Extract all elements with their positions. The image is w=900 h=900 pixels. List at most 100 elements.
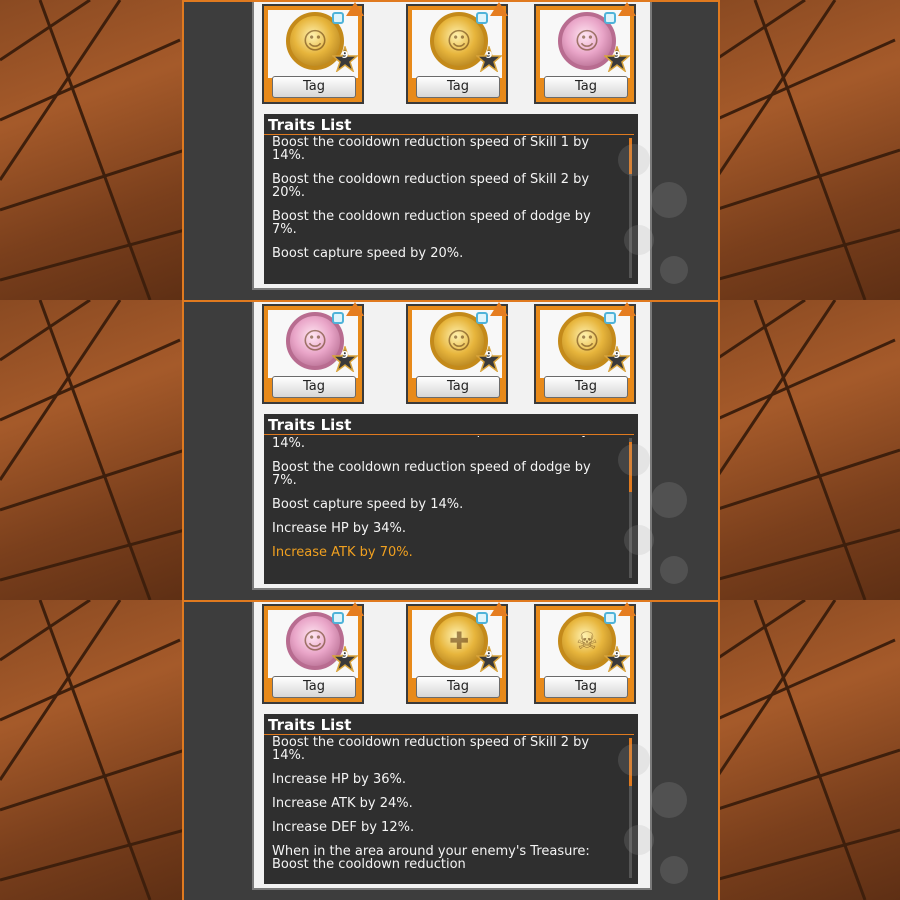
level-label: 9 [485, 650, 493, 661]
upgrade-arrow-icon [490, 602, 508, 616]
coin-pile-decoration [614, 730, 694, 890]
level-star-icon: 9 [474, 344, 504, 374]
tag-button[interactable]: Tag [416, 76, 500, 98]
trait-item: Increase ATK by 24%. [272, 796, 413, 811]
traits-list[interactable]: Boost the cooldown reduction speed of Sk… [272, 736, 618, 884]
upgrade-arrow-icon [490, 302, 508, 316]
gem-icon [476, 312, 488, 324]
character-sheet: ☺ 9 Tag ✚ 9 Tag ☠ 9 Tag Traits List Boost the cool… [252, 600, 652, 890]
trait-item: Increase ATK by 70%. [272, 545, 413, 560]
upgrade-arrow-icon [490, 2, 508, 16]
level-star-icon: 9 [330, 644, 360, 674]
upgrade-arrow-icon [618, 602, 636, 616]
traits-list-panel: Traits List Boost the cooldown reduction … [264, 714, 638, 884]
level-label: 9 [613, 50, 621, 61]
level-star-icon: 9 [330, 344, 360, 374]
upgrade-arrow-icon [618, 302, 636, 316]
trait-item: Increase HP by 34%. [272, 521, 406, 536]
trait-item: Increase DEF by 12%. [272, 820, 415, 835]
tag-button[interactable]: Tag [544, 76, 628, 98]
level-star-icon: 9 [602, 44, 632, 74]
traits-divider [264, 434, 634, 435]
traits-divider [264, 134, 634, 135]
character-card[interactable]: ✚ 9 Tag [406, 602, 508, 704]
character-panel: ☺9Tag☺9Tag☺9TagTraits ListBoost the cool… [182, 0, 720, 300]
panel-screenshot-2: ☺9Tag☺9Tag☺9TagTraits ListBoost the cool… [0, 300, 900, 600]
traits-list[interactable]: Boost the cooldown reduction speed of Sk… [272, 436, 618, 584]
character-card[interactable]: ☺ 9 Tag [406, 302, 508, 404]
gem-icon [332, 12, 344, 24]
floor-background-right [715, 600, 900, 900]
tag-button[interactable]: Tag [544, 376, 628, 398]
character-card[interactable]: ☺ 9 Tag [534, 302, 636, 404]
level-label: 9 [613, 650, 621, 661]
coin-pile-decoration [614, 130, 694, 290]
level-star-icon: 9 [330, 44, 360, 74]
character-panel: ☺9Tag☺9Tag☺9TagTraits ListBoost the cool… [182, 300, 720, 600]
trait-item: Boost the cooldown reduction speed of do… [272, 209, 591, 237]
level-label: 9 [485, 350, 493, 361]
gem-icon [604, 312, 616, 324]
tag-button[interactable]: Tag [544, 676, 628, 698]
character-card[interactable]: ☺ 9 Tag [262, 2, 364, 104]
trait-item: Boost the cooldown reduction speed of do… [272, 460, 591, 488]
panel-screenshot-1: ☺ 9 Tag ☺ 9 Tag ☺ 9 Tag Traits List Boost the cool… [0, 0, 900, 300]
panel-top-border [182, 600, 720, 602]
level-label: 9 [485, 50, 493, 61]
level-label: 9 [613, 350, 621, 361]
level-star-icon: 9 [602, 644, 632, 674]
trait-item: When in the area around your enemy's Tre… [272, 844, 590, 872]
floor-background-left [0, 600, 185, 900]
floor-background-right [715, 0, 900, 300]
upgrade-arrow-icon [346, 602, 364, 616]
panel-top-border [182, 0, 720, 2]
floor-background-left [0, 300, 185, 600]
trait-item: Boost the cooldown reduction speed of Sk… [272, 736, 590, 763]
traits-list-title: Traits List [268, 116, 352, 134]
level-label: 9 [341, 650, 349, 661]
character-panel: ☺ 9 Tag ✚ 9 Tag ☠ 9 Tag Traits List Boost the cool… [182, 600, 720, 900]
trait-item: Boost capture speed by 20%. [272, 246, 464, 261]
upgrade-arrow-icon [346, 2, 364, 16]
level-star-icon: 9 [474, 44, 504, 74]
character-sheet: ☺9Tag☺9Tag☺9TagTraits ListBoost the cool… [252, 0, 652, 290]
tag-button[interactable]: Tag [272, 76, 356, 98]
gem-icon [332, 312, 344, 324]
gem-icon [476, 612, 488, 624]
traits-list-title: Traits List [268, 716, 352, 734]
coin-pile-decoration [614, 430, 694, 590]
panel-screenshot-3: ☺ 9 Tag ✚ 9 Tag ☠ 9 Tag Traits List Boost the cool… [0, 600, 900, 900]
trait-item: Boost the cooldown reduction speed of Sk… [272, 436, 589, 451]
floor-background-right [715, 300, 900, 600]
floor-background-left [0, 0, 185, 300]
trait-item: Boost capture speed by 14%. [272, 497, 464, 512]
panel-top-border [182, 300, 720, 302]
gem-icon [332, 612, 344, 624]
character-sheet: ☺9Tag☺9Tag☺9TagTraits ListBoost the cool… [252, 300, 652, 590]
tag-button[interactable]: Tag [272, 676, 356, 698]
upgrade-arrow-icon [618, 2, 636, 16]
tag-button[interactable]: Tag [416, 676, 500, 698]
traits-list-panel: Traits List Boost the cooldown reduction … [264, 114, 638, 284]
character-card[interactable]: ☺ 9 Tag [534, 2, 636, 104]
character-card[interactable]: ☺ 9 Tag [406, 2, 508, 104]
character-card[interactable]: ☺ 9 Tag [262, 302, 364, 404]
traits-list-title: Traits List [268, 416, 352, 434]
level-label: 9 [341, 350, 349, 361]
character-card[interactable]: ☺ 9 Tag [262, 602, 364, 704]
trait-item: Boost the cooldown reduction speed of Sk… [272, 136, 590, 163]
tag-button[interactable]: Tag [416, 376, 500, 398]
tag-button[interactable]: Tag [272, 376, 356, 398]
gem-icon [604, 612, 616, 624]
traits-divider [264, 734, 634, 735]
character-card[interactable]: ☠ 9 Tag [534, 602, 636, 704]
upgrade-arrow-icon [346, 302, 364, 316]
trait-item: Increase HP by 36%. [272, 772, 406, 787]
trait-item: Boost the cooldown reduction speed of Sk… [272, 172, 590, 200]
traits-list-panel: Traits List Boost the cooldown reduction … [264, 414, 638, 584]
traits-list[interactable]: Boost the cooldown reduction speed of Sk… [272, 136, 618, 284]
level-star-icon: 9 [474, 644, 504, 674]
gem-icon [476, 12, 488, 24]
level-star-icon: 9 [602, 344, 632, 374]
gem-icon [604, 12, 616, 24]
